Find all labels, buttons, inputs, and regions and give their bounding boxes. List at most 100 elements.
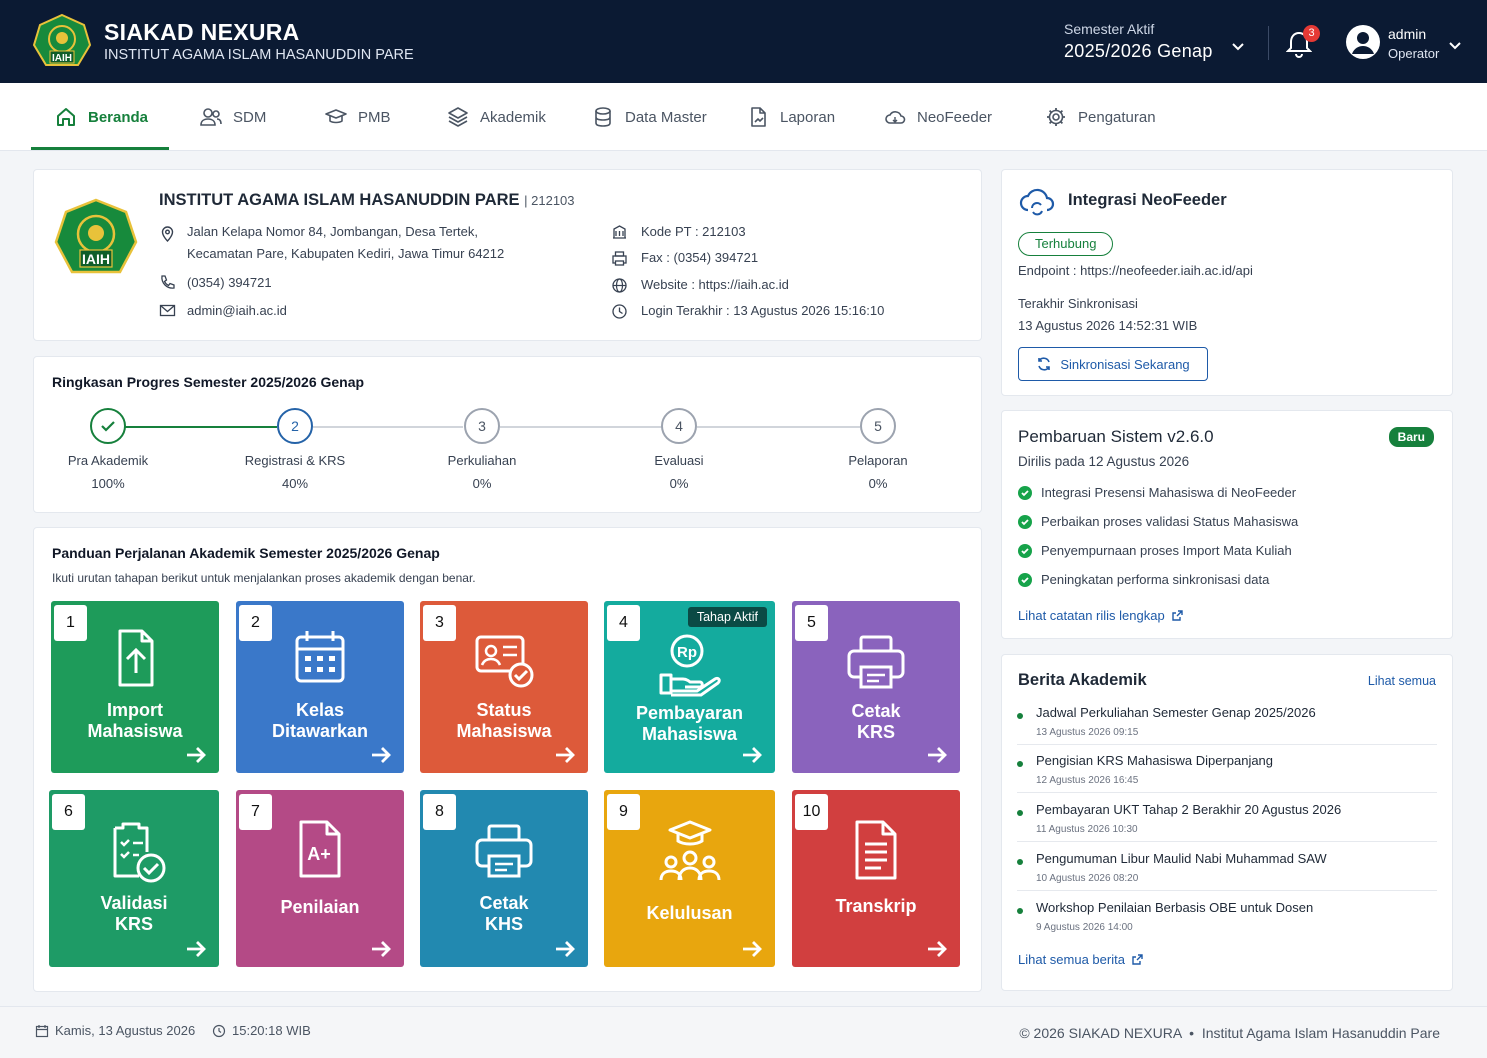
tab-beranda[interactable]: Beranda (55, 83, 148, 151)
check-circle-icon (1018, 543, 1032, 558)
tile-pembayaran-mahasiswa[interactable]: 4 Tahap Aktif Rp Pembayaran Mahasiswa (604, 601, 775, 773)
tab-laporan[interactable]: Laporan (747, 83, 835, 151)
news-item[interactable]: Jadwal Perkuliahan Semester Genap 2025/2… (1017, 705, 1437, 745)
last-login: Login Terakhir : 13 Agustus 2026 15:16:1… (641, 303, 885, 318)
step-2-circle: 2 (277, 408, 313, 444)
step-connector (313, 426, 463, 428)
tile-cetak-khs[interactable]: 8 Cetak KHS (420, 790, 588, 967)
semester-selector[interactable]: 2025/2026 Genap (1064, 41, 1213, 62)
tile-label: Import Mahasiswa (87, 700, 183, 741)
institution-website[interactable]: Website : https://iaih.ac.id (641, 274, 789, 295)
update-item-text: Peningkatan performa sinkronisasi data (1041, 572, 1270, 587)
update-release-date: Dirilis pada 12 Agustus 2026 (1018, 454, 1190, 469)
home-icon (57, 108, 75, 126)
tile-label: Penilaian (280, 897, 360, 917)
layers-icon (448, 107, 468, 127)
guide-title: Panduan Perjalanan Akademik Semester 202… (52, 545, 440, 561)
cloud-icon (885, 111, 906, 124)
news-item[interactable]: Pengisian KRS Mahasiswa Diperpanjang 12 … (1017, 753, 1437, 793)
external-link-icon (1172, 610, 1183, 621)
tile-validasi-krs[interactable]: 6 Validasi KRS (49, 790, 219, 967)
svg-text:A+: A+ (307, 844, 331, 864)
check-circle-icon (1018, 485, 1032, 500)
news-card: Berita Akademik Lihat semua Jadwal Perku… (1001, 654, 1453, 991)
tile-status-mahasiswa[interactable]: 3 Status Mahasiswa (420, 601, 588, 773)
tile-import-mahasiswa[interactable]: 1 Import Mahasiswa (51, 601, 219, 773)
institution-card: IAIH INSTITUT AGAMA ISLAM HASANUDDIN PAR… (33, 169, 982, 341)
all-news-link-text: Lihat semua berita (1018, 952, 1125, 967)
sync-now-button[interactable]: Sinkronisasi Sekarang (1018, 347, 1208, 381)
news-see-all-link[interactable]: Lihat semua (1368, 674, 1436, 688)
graduation-cap-icon (325, 109, 347, 124)
all-news-link[interactable]: Lihat semua berita (1018, 952, 1144, 967)
tile-label: Status Mahasiswa (456, 700, 552, 741)
step-1-circle (90, 408, 126, 444)
update-item-text: Integrasi Presensi Mahasiswa di NeoFeede… (1041, 485, 1297, 500)
footer-time: 15:20:18 WIB (212, 1023, 311, 1038)
id-card-check-icon (475, 635, 534, 688)
tile-kelulusan[interactable]: 9 Kelulusan (604, 790, 775, 967)
avatar[interactable] (1346, 25, 1380, 59)
globe-icon (612, 278, 627, 293)
step-3-circle: 3 (464, 408, 500, 444)
last-sync-label: Terakhir Sinkronisasi (1018, 296, 1138, 311)
tile-label: Pembayaran Mahasiswa (635, 703, 744, 744)
institution-email[interactable]: admin@iaih.ac.id (187, 300, 287, 321)
news-item-title: Workshop Penilaian Berbasis OBE untuk Do… (1036, 900, 1314, 915)
sync-button-label: Sinkronisasi Sekarang (1060, 356, 1190, 372)
tab-label: Laporan (780, 108, 836, 126)
tile-label: Cetak KRS (851, 701, 901, 742)
institution-address-line-2: Kecamatan Pare, Kabupaten Kediri, Jawa T… (187, 246, 505, 261)
step-percent: 40% (281, 476, 309, 491)
tile-number: 2 (239, 605, 272, 641)
tile-kelas-ditawarkan[interactable]: 2 Kelas Ditawarkan (236, 601, 404, 773)
step-percent: 0% (669, 476, 689, 491)
tile-number: 3 (423, 605, 456, 641)
system-update-card: Pembaruan Sistem v2.6.0 Baru Dirilis pad… (1001, 410, 1453, 639)
printer-icon (847, 635, 905, 689)
neofeeder-card: Integrasi NeoFeeder Terhubung Endpoint :… (1001, 169, 1453, 396)
tile-number: 1 (54, 605, 87, 641)
report-icon (751, 107, 766, 127)
cloud-sync-icon (1019, 188, 1055, 216)
step-label: Pelaporan (848, 453, 908, 468)
tab-neofeeder[interactable]: NeoFeeder (884, 83, 992, 151)
neofeeder-endpoint: Endpoint : https://neofeeder.iaih.ac.id/… (1018, 263, 1253, 278)
chevron-down-icon[interactable] (1447, 37, 1463, 53)
tab-data-master[interactable]: Data Master (592, 83, 707, 151)
user-name[interactable]: admin (1388, 26, 1426, 42)
news-item-date: 12 Agustus 2026 16:45 (1036, 775, 1139, 786)
tab-pengaturan[interactable]: Pengaturan (1045, 83, 1156, 151)
upload-icon (118, 629, 154, 687)
bullet-dot (1017, 761, 1023, 767)
building-icon (613, 225, 626, 239)
arrow-right-icon (372, 941, 391, 957)
institution-logo: IAIH (54, 198, 138, 280)
step-percent: 0% (868, 476, 888, 491)
news-item-date: 11 Agustus 2026 10:30 (1036, 824, 1138, 835)
arrow-right-icon (556, 747, 575, 763)
payment-hand-icon: Rp (659, 634, 721, 697)
notification-badge: 3 (1303, 25, 1320, 42)
tile-number: 5 (795, 605, 828, 641)
tile-penilaian[interactable]: 7 A+ Penilaian (236, 790, 404, 967)
release-notes-link[interactable]: Lihat catatan rilis lengkap (1018, 608, 1184, 623)
tab-sdm[interactable]: SDM (200, 83, 266, 151)
chevron-down-icon[interactable] (1230, 38, 1246, 54)
news-item-title: Pengumuman Libur Maulid Nabi Muhammad SA… (1036, 851, 1327, 866)
tile-cetak-krs[interactable]: 5 Cetak KRS (792, 601, 960, 773)
tile-transkrip[interactable]: 10 Transkrip (792, 790, 960, 967)
progress-title: Ringkasan Progres Semester 2025/2026 Gen… (52, 374, 365, 390)
tab-akademik[interactable]: Akademik (447, 83, 546, 151)
tile-number: 10 (795, 794, 828, 830)
step-connector (500, 426, 662, 428)
news-item[interactable]: Workshop Penilaian Berbasis OBE untuk Do… (1017, 900, 1437, 940)
calendar-icon (35, 1024, 49, 1037)
news-item-date: 13 Agustus 2026 09:15 (1036, 727, 1139, 738)
tab-pmb[interactable]: PMB (325, 83, 391, 151)
news-item-title: Pembayaran UKT Tahap 2 Berakhir 20 Agust… (1036, 802, 1342, 817)
news-item[interactable]: Pengumuman Libur Maulid Nabi Muhammad SA… (1017, 851, 1437, 891)
step-4-circle: 4 (661, 408, 697, 444)
news-item[interactable]: Pembayaran UKT Tahap 2 Berakhir 20 Agust… (1017, 802, 1437, 842)
calendar-icon (295, 631, 345, 683)
